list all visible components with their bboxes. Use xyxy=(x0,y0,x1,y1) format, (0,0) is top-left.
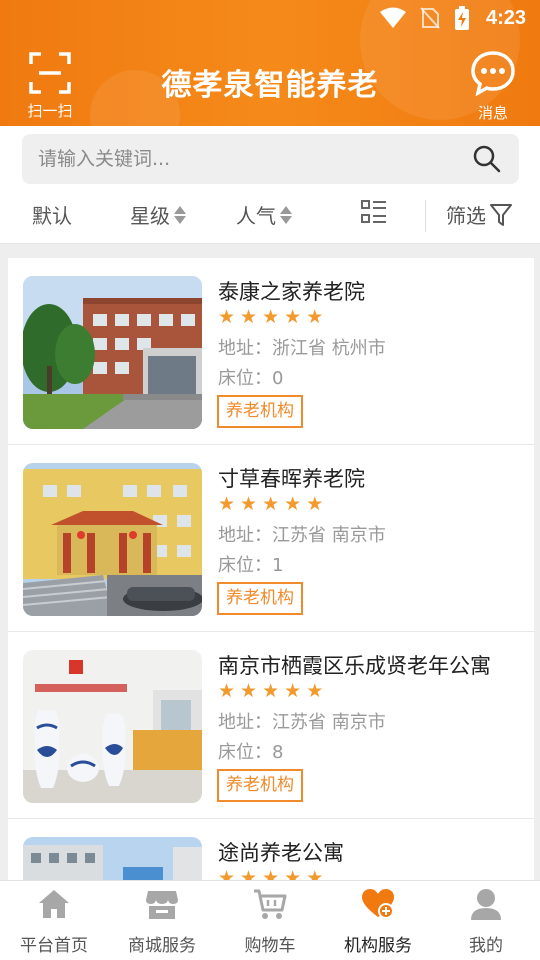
nav-institution-service-label: 机构服务 xyxy=(344,936,412,956)
filter-popularity[interactable]: 人气 xyxy=(236,200,292,229)
star-icon: ★ xyxy=(284,306,302,328)
star-icon: ★ xyxy=(262,493,280,515)
institution-card[interactable]: 寸草春晖养老院 ★ ★ ★ ★ ★ 地址：江苏省 南京市 床位：1 养老机构 xyxy=(8,445,534,632)
funnel-icon xyxy=(490,203,512,226)
star-icon: ★ xyxy=(306,680,324,702)
no-sim-icon xyxy=(420,7,440,29)
category-tag: 养老机构 xyxy=(217,769,303,802)
search-input[interactable] xyxy=(38,134,458,184)
app-header: 4:23 扫一扫 德孝泉智能养老 消息 xyxy=(0,0,540,126)
sort-arrows-icon xyxy=(280,204,292,226)
filter-star-label: 星级 xyxy=(130,204,170,228)
star-icon: ★ xyxy=(240,493,258,515)
star-icon: ★ xyxy=(218,493,236,515)
search-panel: 默认 星级 人气 筛选 xyxy=(0,126,540,244)
star-icon: ★ xyxy=(240,306,258,328)
institution-photo xyxy=(23,463,202,616)
institution-beds: 床位：8 xyxy=(218,742,284,763)
status-icons xyxy=(380,6,470,30)
nav-store[interactable]: 商城服务 xyxy=(108,881,216,960)
user-icon xyxy=(471,889,501,920)
search-icon[interactable] xyxy=(473,145,501,173)
institution-address: 地址：浙江省 杭州市 xyxy=(218,338,386,359)
star-icon: ★ xyxy=(284,680,302,702)
institution-name: 途尚养老公寓 xyxy=(218,841,344,865)
institution-name: 南京市栖霞区乐成贤老年公寓 xyxy=(218,654,491,678)
star-icon: ★ xyxy=(218,680,236,702)
star-icon: ★ xyxy=(262,306,280,328)
star-icon: ★ xyxy=(306,493,324,515)
institution-name: 寸草春晖养老院 xyxy=(218,467,365,491)
star-icon: ★ xyxy=(306,306,324,328)
sort-arrows-icon xyxy=(174,204,186,226)
institution-beds: 床位：0 xyxy=(218,368,284,389)
institution-address: 地址：江苏省 南京市 xyxy=(218,712,386,733)
list-view-icon xyxy=(361,200,386,223)
wifi-icon xyxy=(380,7,406,28)
filter-default[interactable]: 默认 xyxy=(32,200,72,229)
nav-profile[interactable]: 我的 xyxy=(432,881,540,960)
filter-divider xyxy=(425,200,426,232)
nav-home[interactable]: 平台首页 xyxy=(0,881,108,960)
chat-bubble-icon xyxy=(471,51,515,97)
filter-label: 筛选 xyxy=(446,204,486,228)
filter-bar: 默认 星级 人气 筛选 xyxy=(0,192,540,236)
home-icon xyxy=(39,890,69,918)
status-bar: 4:23 xyxy=(0,0,540,36)
message-button[interactable]: 消息 xyxy=(468,50,518,122)
institution-photo xyxy=(23,276,202,429)
star-icon: ★ xyxy=(218,306,236,328)
category-tag: 养老机构 xyxy=(217,395,303,428)
filter-popularity-label: 人气 xyxy=(236,204,276,228)
institution-list: 泰康之家养老院 ★ ★ ★ ★ ★ 地址：浙江省 杭州市 床位：0 养老机构 寸… xyxy=(8,258,534,960)
message-label: 消息 xyxy=(477,104,508,122)
rating-stars: ★ ★ ★ ★ ★ xyxy=(218,682,323,701)
star-icon: ★ xyxy=(284,493,302,515)
institution-photo xyxy=(23,650,202,803)
app-title: 德孝泉智能养老 xyxy=(161,68,379,103)
institution-card[interactable]: 南京市栖霞区乐成贤老年公寓 ★ ★ ★ ★ ★ 地址：江苏省 南京市 床位：8 养老机构 xyxy=(8,632,534,819)
battery-charging-icon xyxy=(455,6,469,30)
status-time: 4:23 xyxy=(485,7,526,29)
list-view-toggle[interactable] xyxy=(360,198,388,226)
institution-beds: 床位：1 xyxy=(218,555,284,576)
institution-card[interactable]: 泰康之家养老院 ★ ★ ★ ★ ★ 地址：浙江省 杭州市 床位：0 养老机构 xyxy=(8,258,534,445)
star-icon: ★ xyxy=(240,680,258,702)
filter-star[interactable]: 星级 xyxy=(130,200,186,229)
category-tag: 养老机构 xyxy=(217,582,303,615)
nav-profile-label: 我的 xyxy=(469,936,503,956)
star-icon: ★ xyxy=(262,680,280,702)
rating-stars: ★ ★ ★ ★ ★ xyxy=(218,308,323,327)
institution-name: 泰康之家养老院 xyxy=(218,280,365,304)
nav-cart[interactable]: 购物车 xyxy=(216,881,324,960)
filter-button[interactable]: 筛选 xyxy=(446,200,512,229)
filter-default-label: 默认 xyxy=(32,204,72,228)
nav-store-label: 商城服务 xyxy=(128,936,196,956)
nav-institution-service[interactable]: 机构服务 xyxy=(324,881,432,960)
search-box xyxy=(22,134,519,184)
cart-icon xyxy=(254,889,287,919)
store-icon xyxy=(146,891,178,919)
rating-stars: ★ ★ ★ ★ ★ xyxy=(218,495,323,514)
nav-home-label: 平台首页 xyxy=(20,936,88,956)
nav-cart-label: 购物车 xyxy=(244,936,296,956)
institution-address: 地址：江苏省 南京市 xyxy=(218,525,386,546)
bottom-nav: 平台首页 商城服务 购物车 机构服务 我的 xyxy=(0,880,540,960)
heart-plus-icon xyxy=(362,889,394,919)
